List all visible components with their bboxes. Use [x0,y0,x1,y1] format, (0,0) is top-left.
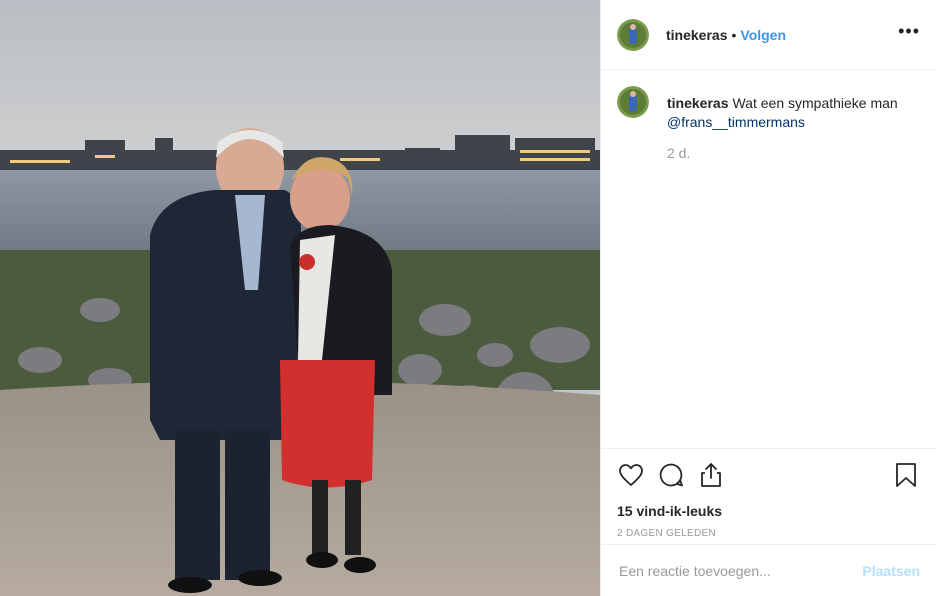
post-actions: 15 vind-ik-leuks 2 DAGEN GELEDEN [601,448,936,544]
comment-input[interactable] [617,561,863,580]
post-comment-button[interactable]: Plaatsen [862,563,920,579]
heart-icon[interactable] [617,461,645,489]
more-options-icon[interactable]: ••• [898,21,920,48]
header-username[interactable]: tinekeras [666,27,727,43]
caption-time[interactable]: 2 d. [667,144,917,163]
photo-illustration [0,0,600,596]
instagram-post: tinekeras • Volgen ••• tinekeras Wat een … [0,0,936,596]
caption-mention[interactable]: @frans__timmermans [667,114,805,130]
avatar[interactable] [617,18,649,51]
header-separator: • [731,26,737,43]
follow-button[interactable]: Volgen [740,27,786,43]
post-date[interactable]: 2 DAGEN GELEDEN [617,528,920,539]
caption-avatar[interactable] [617,86,649,118]
caption-username[interactable]: tinekeras [667,95,728,111]
comments-section: tinekeras Wat een sympathieke man @frans_… [601,70,936,448]
caption-row: tinekeras Wat een sympathieke man @frans_… [617,86,920,163]
caption-body: tinekeras Wat een sympathieke man @frans_… [667,86,917,163]
add-comment-bar: Plaatsen [601,544,936,596]
action-icons [617,461,920,489]
share-icon[interactable] [697,461,725,489]
like-count[interactable]: 15 vind-ik-leuks [617,503,920,519]
post-sidebar: tinekeras • Volgen ••• tinekeras Wat een … [600,0,936,596]
post-photo[interactable] [0,0,600,596]
caption-text: Wat een sympathieke man [732,95,898,111]
bookmark-icon[interactable] [892,461,920,489]
comment-bubble-icon[interactable] [657,461,685,489]
post-header: tinekeras • Volgen ••• [601,0,936,70]
